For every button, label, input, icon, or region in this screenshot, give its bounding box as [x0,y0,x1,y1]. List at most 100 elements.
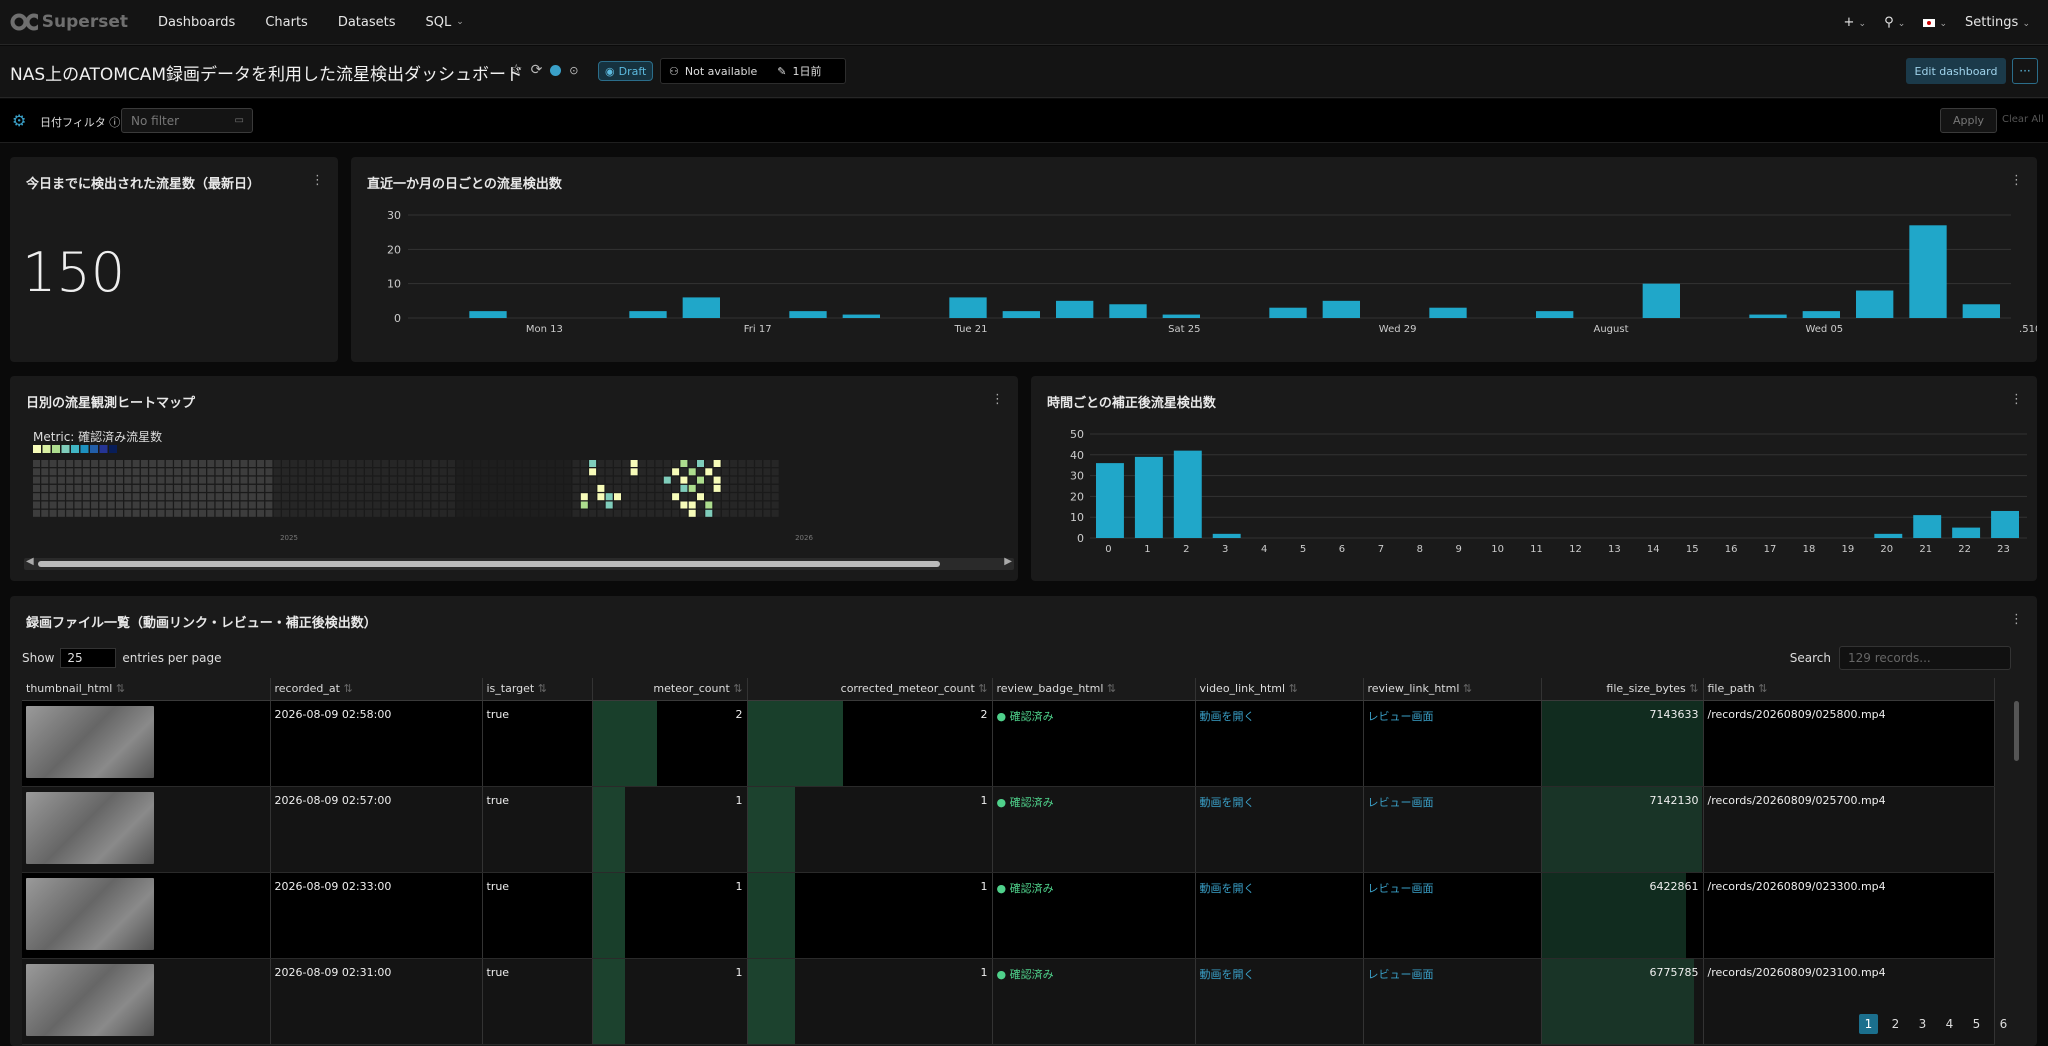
page-button[interactable]: 3 [1913,1014,1932,1034]
heatmap-cell [273,484,281,492]
column-header[interactable]: is_target ⇅ [482,678,593,701]
meteor-count-cell: 1 [592,958,748,1045]
heatmap-cell [373,460,381,467]
big-number-value: 150 [22,241,126,304]
thumbnail-cell [22,786,271,873]
extensions-menu-button[interactable]: ⚲ ⌄ [1884,15,1905,30]
heatmap-cell [481,476,489,484]
video-link[interactable]: 動画を開く [1200,882,1255,895]
video-link[interactable]: 動画を開く [1200,796,1255,809]
column-header-label: video_link_html [1199,682,1286,696]
heatmap-scrollbar[interactable]: ◀ ▶ [24,556,1014,570]
column-header[interactable]: review_link_html ⇅ [1363,678,1542,701]
heatmap-cell [99,484,107,492]
heatmap-cell [356,460,364,467]
draft-status-badge[interactable]: ◉ Draft [598,61,654,81]
heatmap-cell [257,460,265,467]
info-icon[interactable]: ⊙ [569,64,578,77]
table-scrollbar[interactable] [2014,701,2019,761]
heatmap-cell-active [705,509,713,517]
recording-thumbnail[interactable] [26,877,154,950]
review-link[interactable]: レビュー画面 [1368,710,1434,723]
heatmap-cell [614,509,621,517]
page-button[interactable]: 6 [1994,1014,2013,1034]
column-header[interactable]: corrected_meteor_count ⇅ [747,678,993,701]
filter-label-text: 日付フィルタ [40,116,106,129]
heatmap-cell [265,460,273,467]
clear-all-button[interactable]: Clear All [2002,114,2044,125]
heatmap-cell [398,484,406,492]
scroll-right-icon[interactable]: ▶ [1004,556,1012,567]
heatmap-cell [348,493,356,501]
apply-filters-button[interactable]: Apply [1940,108,1997,133]
heatmap-cell [190,484,198,492]
video-link[interactable]: 動画を開く [1200,710,1255,723]
file-path-cell: /records/20260809/025700.mp4 [1703,786,1995,873]
heatmap-cell [580,460,588,467]
column-header[interactable]: video_link_html ⇅ [1195,678,1364,701]
x-tick-label: 4 [1261,544,1267,555]
page-button[interactable]: 4 [1940,1014,1959,1034]
page-button[interactable]: 2 [1886,1014,1905,1034]
column-header[interactable]: file_size_bytes ⇅ [1541,678,1704,701]
heatmap-cell [439,493,447,501]
column-header[interactable]: review_badge_html ⇅ [992,678,1196,701]
heatmap-cell [481,468,489,476]
settings-menu-button[interactable]: Settings ⌄ [1965,15,2030,30]
nav-dashboards[interactable]: Dashboards [158,15,235,30]
scroll-left-icon[interactable]: ◀ [26,556,34,567]
date-filter-input[interactable]: No filter ▭ [121,108,253,133]
edit-dashboard-button[interactable]: Edit dashboard [1906,58,2006,84]
review-link[interactable]: レビュー画面 [1368,796,1434,809]
card-menu-icon[interactable]: ⋮ [2010,612,2023,627]
nav-datasets[interactable]: Datasets [338,15,396,30]
language-menu-button[interactable]: ⌄ [1923,15,1947,30]
nav-charts[interactable]: Charts [265,15,308,30]
heatmap-cell [99,501,107,509]
heatmap-cell [730,460,738,467]
nav-sql[interactable]: SQL ⌄ [426,15,464,30]
bar [1096,463,1124,538]
column-header[interactable]: thumbnail_html ⇅ [22,678,271,701]
page-button[interactable]: 5 [1967,1014,1986,1034]
superset-logo[interactable]: Superset [10,12,128,32]
heatmap-cell [356,484,364,492]
page-button[interactable]: 1 [1859,1014,1878,1034]
heatmap-cell [614,484,621,492]
card-menu-icon[interactable]: ⋮ [311,173,324,188]
column-header[interactable]: file_path ⇅ [1703,678,1995,701]
dashboard-title[interactable]: NAS上のATOMCAM録画データを利用した流星検出ダッシュボード [10,60,523,85]
publish-toggle-icon[interactable] [550,64,562,76]
bar [1212,533,1241,538]
heatmap-cell [597,501,605,509]
heatmap-cell [132,476,140,484]
heatmap-cell [223,484,231,492]
heatmap-cell-active [589,468,597,476]
heatmap-cell [713,509,721,517]
heatmap-cell [116,509,123,517]
gear-icon[interactable]: ⚙ [12,111,26,130]
draft-label: Draft [618,64,647,78]
video-link[interactable]: 動画を開く [1200,968,1255,981]
heatmap-cell [506,501,514,509]
search-input[interactable]: 129 records... [1839,646,2011,670]
heatmap-cell [497,484,505,492]
scrollbar-thumb[interactable] [38,561,940,567]
heatmap-cell [697,484,704,492]
recording-thumbnail[interactable] [26,705,154,778]
heatmap-cell [257,493,265,501]
review-link[interactable]: レビュー画面 [1368,882,1434,895]
heatmap-cell [365,501,372,509]
review-link[interactable]: レビュー画面 [1368,968,1434,981]
recording-thumbnail[interactable] [26,963,154,1036]
page-size-select[interactable]: 25 [60,648,117,668]
column-header[interactable]: recorded_at ⇅ [270,678,483,701]
more-options-button[interactable]: ··· [2012,58,2038,84]
recording-thumbnail[interactable] [26,791,154,864]
refresh-icon[interactable]: ⟳ [531,62,543,78]
column-header[interactable]: meteor_count ⇅ [592,678,748,701]
new-menu-button[interactable]: + ⌄ [1843,15,1866,30]
star-icon[interactable]: ☆ [510,62,523,78]
heatmap-cell [33,468,40,476]
heatmap-cell [423,493,431,501]
